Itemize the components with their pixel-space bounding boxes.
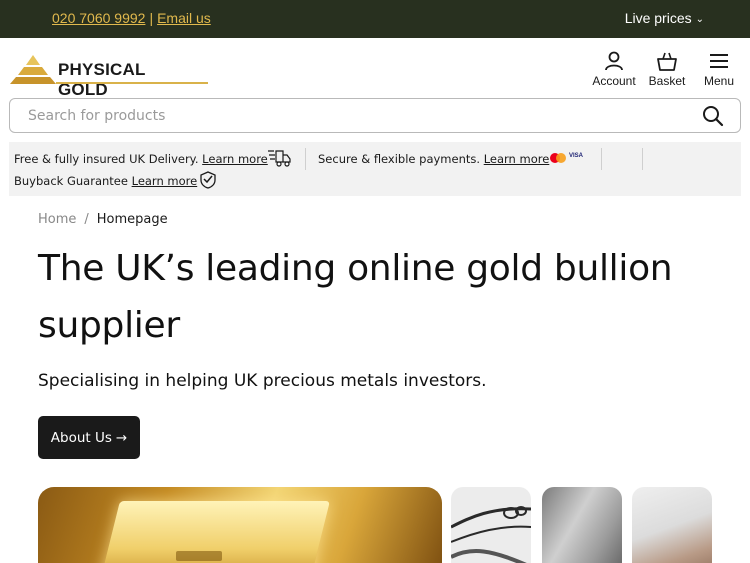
account-button[interactable]: Account: [590, 50, 638, 88]
payments-text: Secure & flexible payments.: [318, 152, 481, 166]
breadcrumb: Home / Homepage: [38, 212, 168, 227]
search-icon: [703, 106, 724, 127]
thumbnail-image-3[interactable]: [632, 487, 712, 563]
breadcrumb-home-link[interactable]: Home: [38, 212, 76, 227]
usp-divider: [601, 148, 602, 170]
search-button[interactable]: [702, 105, 724, 132]
basket-label: Basket: [648, 74, 686, 88]
phone-link[interactable]: 020 7060 9992: [52, 10, 145, 26]
payments-learn-more-link[interactable]: Learn more: [484, 152, 550, 166]
search-input[interactable]: [28, 106, 668, 126]
usp-divider: [305, 148, 306, 170]
basket-icon: [657, 52, 677, 71]
thumbnail-1-graphic: [451, 506, 531, 563]
gold-bar-stamp: [176, 551, 222, 561]
hero-subtitle: Specialising in helping UK precious meta…: [38, 371, 487, 391]
chevron-down-icon: ⌄: [695, 14, 704, 25]
usp-delivery: Free & fully insured UK Delivery. Learn …: [14, 152, 268, 166]
user-icon: [605, 51, 623, 71]
site-logo[interactable]: PHYSICAL GOLD: [10, 53, 208, 99]
hero-image-gold-bar[interactable]: [38, 487, 442, 563]
buyback-learn-more-link[interactable]: Learn more: [132, 174, 198, 188]
page-title: The UK’s leading online gold bullion sup…: [38, 248, 673, 346]
buyback-text: Buyback Guarantee: [14, 174, 128, 188]
about-us-button[interactable]: About Us →: [38, 416, 140, 459]
contact-links: 020 7060 9992 | Email us: [52, 10, 211, 26]
about-us-label: About Us: [50, 429, 112, 446]
menu-button[interactable]: Menu: [700, 50, 738, 88]
thumbnail-image-2[interactable]: [542, 487, 622, 563]
live-prices-dropdown[interactable]: Live prices ⌄: [625, 10, 704, 26]
breadcrumb-separator: /: [84, 212, 89, 227]
logo-pyramid-icon: [10, 55, 56, 84]
email-link[interactable]: Email us: [157, 10, 211, 26]
usp-divider: [642, 148, 643, 170]
live-prices-label: Live prices: [624, 10, 692, 26]
account-label: Account: [592, 74, 636, 88]
usp-buyback: Buyback Guarantee Learn more: [14, 174, 197, 188]
mastercard-icon: [550, 153, 566, 163]
thumbnail-image-1[interactable]: [451, 487, 531, 563]
contact-separator: |: [149, 10, 154, 26]
logo-text: PHYSICAL GOLD: [58, 60, 146, 99]
usp-payments: Secure & flexible payments. Learn more: [318, 152, 549, 166]
delivery-text: Free & fully insured UK Delivery.: [14, 152, 199, 166]
usp-strip: Free & fully insured UK Delivery. Learn …: [9, 142, 741, 196]
top-bar: 020 7060 9992 | Email us Live prices ⌄: [0, 0, 750, 38]
shield-check-icon: [200, 171, 216, 189]
hamburger-icon: [710, 54, 728, 68]
breadcrumb-current: Homepage: [96, 212, 168, 227]
delivery-learn-more-link[interactable]: Learn more: [202, 152, 268, 166]
visa-icon: VISA: [569, 153, 584, 159]
search-bar: [9, 98, 741, 133]
logo-underline: [56, 82, 208, 84]
arrow-right-icon: →: [115, 429, 128, 446]
site-header: PHYSICAL GOLD Account Basket Menu: [0, 38, 750, 99]
basket-button[interactable]: Basket: [646, 50, 688, 88]
delivery-truck-icon: [268, 150, 291, 167]
menu-label: Menu: [703, 74, 735, 88]
